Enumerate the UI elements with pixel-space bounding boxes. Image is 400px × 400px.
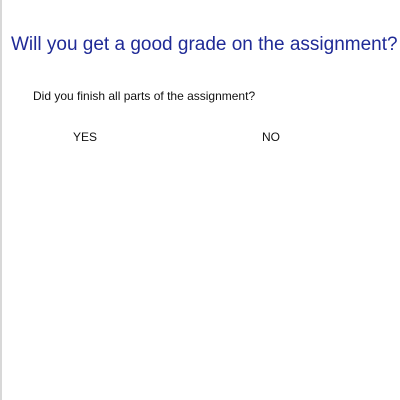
no-option[interactable]: NO — [262, 130, 280, 144]
page: Will you get a good grade on the assignm… — [0, 0, 400, 400]
left-border-divider — [0, 0, 2, 400]
page-title: Will you get a good grade on the assignm… — [11, 34, 398, 55]
question-text: Did you finish all parts of the assignme… — [33, 89, 256, 103]
yes-option[interactable]: YES — [73, 130, 97, 144]
